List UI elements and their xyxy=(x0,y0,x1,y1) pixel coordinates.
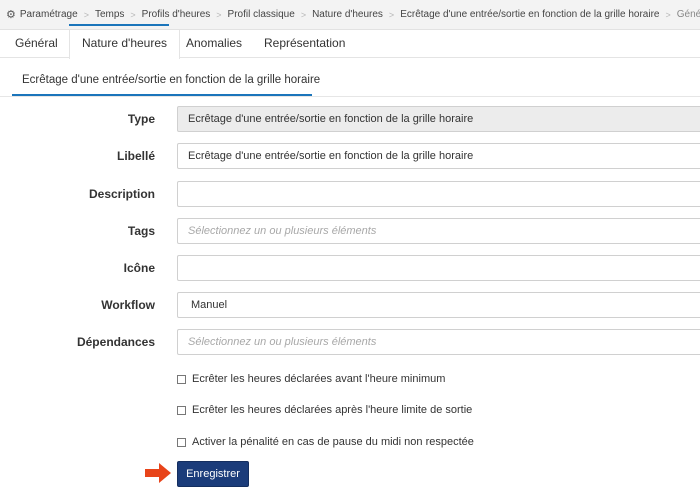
workflow-label: Workflow xyxy=(101,298,155,312)
tab-bar: Général Nature d'heures Anomalies Représ… xyxy=(0,30,700,59)
divider xyxy=(0,96,700,97)
checkbox-penalite-pause-midi[interactable]: Activer la pénalité en cas de pause du m… xyxy=(177,434,474,450)
arrow-right-icon xyxy=(145,463,171,483)
breadcrumb-nature-heures[interactable]: Nature d'heures xyxy=(312,9,383,20)
breadcrumb-separator: > xyxy=(300,9,307,20)
description-input[interactable] xyxy=(177,181,700,207)
type-field: Ecrêtage d'une entrée/sortie en fonction… xyxy=(177,106,700,132)
icone-label: Icône xyxy=(123,261,155,275)
description-label: Description xyxy=(88,187,155,201)
checkbox-box[interactable] xyxy=(177,374,186,384)
icone-row: Icône xyxy=(0,255,700,281)
checkbox-label: Activer la pénalité en cas de pause du m… xyxy=(192,436,474,448)
libelle-row: Libellé Ecrêtage d'une entrée/sortie en … xyxy=(0,143,700,169)
workflow-select[interactable]: Manuel xyxy=(177,292,700,318)
libelle-label: Libellé xyxy=(116,149,155,163)
tab-anomalies[interactable]: Anomalies xyxy=(186,36,242,50)
checkbox-ecreter-avant-minimum[interactable]: Ecrêter les heures déclarées avant l'heu… xyxy=(177,371,445,387)
breadcrumb-separator: > xyxy=(130,9,136,20)
checkbox-label: Ecrêter les heures déclarées avant l'heu… xyxy=(192,373,446,385)
tab-representation[interactable]: Représentation xyxy=(264,36,345,50)
breadcrumb-active-underline xyxy=(69,24,169,26)
description-row: Description xyxy=(0,181,700,207)
subtab-ecretage[interactable]: Ecrêtage d'une entrée/sortie en fonction… xyxy=(12,66,320,96)
dependances-label: Dépendances xyxy=(76,335,155,349)
checkbox-box[interactable] xyxy=(177,405,186,415)
breadcrumb-separator: > xyxy=(665,9,671,20)
tab-nature-heures[interactable]: Nature d'heures xyxy=(69,30,181,59)
tags-row: Tags Sélectionnez un ou plusieurs élémen… xyxy=(0,218,700,244)
tags-label: Tags xyxy=(127,224,155,238)
type-label: Type xyxy=(127,112,155,126)
libelle-input[interactable]: Ecrêtage d'une entrée/sortie en fonction… xyxy=(177,143,700,169)
checkbox-ecreter-apres-limite[interactable]: Ecrêter les heures déclarées après l'heu… xyxy=(177,402,472,418)
breadcrumb-separator: > xyxy=(83,9,89,20)
gear-icon: ⚙ xyxy=(6,9,16,21)
save-button[interactable]: Enregistrer xyxy=(177,461,249,487)
type-row: Type Ecrêtage d'une entrée/sortie en fon… xyxy=(0,106,700,132)
checkbox-box[interactable] xyxy=(177,437,186,447)
breadcrumb-separator: > xyxy=(216,9,222,20)
dependances-row: Dépendances Sélectionnez un ou plusieurs… xyxy=(0,329,700,355)
breadcrumb-separator: > xyxy=(388,9,395,20)
dependances-multiselect[interactable]: Sélectionnez un ou plusieurs éléments xyxy=(177,329,700,355)
breadcrumb-profils-heures[interactable]: Profils d'heures xyxy=(142,9,211,20)
breadcrumb: ⚙ Paramétrage > Temps > Profils d'heures… xyxy=(0,0,700,30)
breadcrumb-temps[interactable]: Temps xyxy=(95,9,124,20)
tab-general[interactable]: Général xyxy=(15,36,58,50)
breadcrumb-profil-classique[interactable]: Profil classique xyxy=(228,9,295,20)
checkbox-label: Ecrêter les heures déclarées après l'heu… xyxy=(192,404,473,416)
breadcrumb-general: Général xyxy=(676,9,700,20)
workflow-row: Workflow Manuel xyxy=(0,292,700,318)
breadcrumb-ecretage[interactable]: Ecrêtage d'une entrée/sortie en fonction… xyxy=(400,9,659,20)
icone-input[interactable] xyxy=(177,255,700,281)
breadcrumb-parametrage[interactable]: Paramétrage xyxy=(20,9,78,20)
tags-multiselect[interactable]: Sélectionnez un ou plusieurs éléments xyxy=(177,218,700,244)
